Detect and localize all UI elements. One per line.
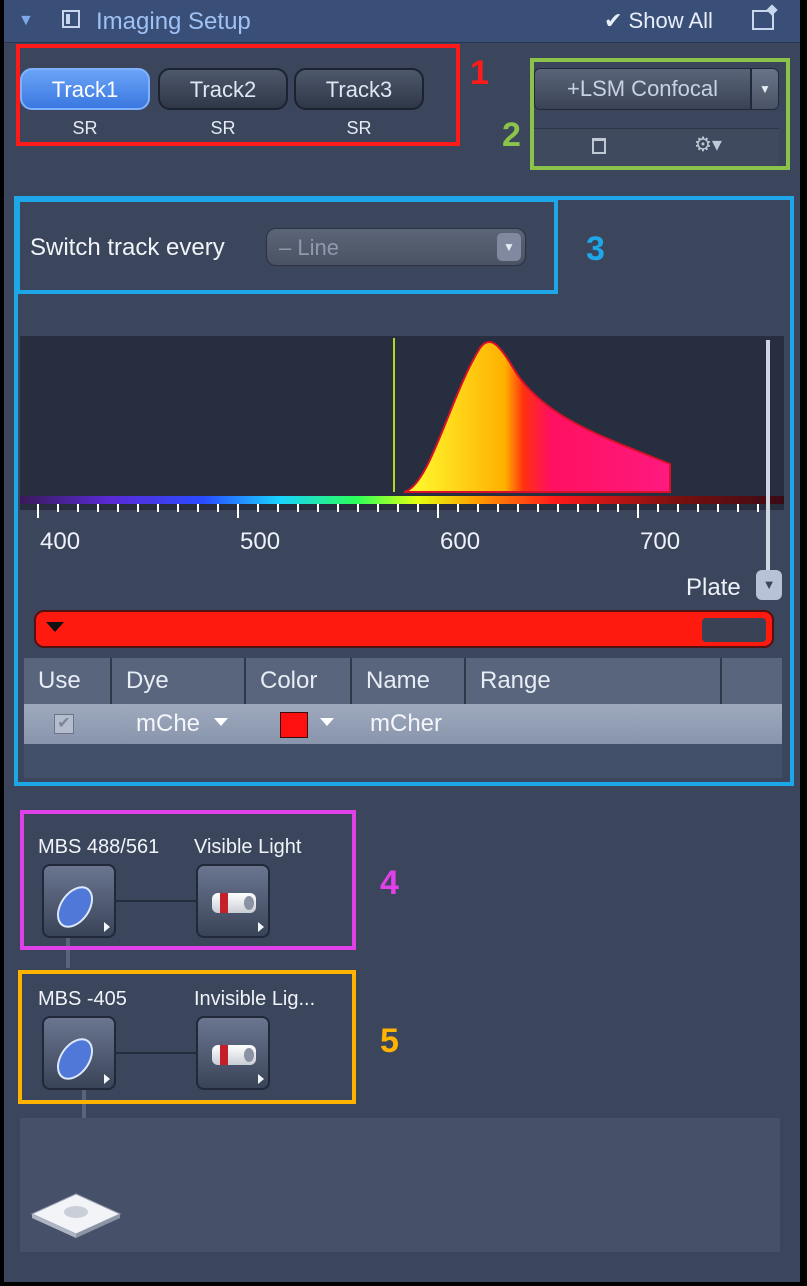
panel-icon	[62, 10, 80, 28]
annotation-number-2: 2	[502, 116, 521, 154]
annotation-number-5: 5	[380, 1022, 399, 1060]
annotation-number-1: 1	[470, 54, 489, 92]
annotation-box-5	[18, 970, 356, 1104]
annotation-box-3-inner	[16, 198, 558, 294]
sample-stage-icon	[30, 1193, 122, 1238]
collapse-arrow-icon[interactable]: ▼	[18, 12, 34, 30]
panel-title: Imaging Setup	[96, 8, 251, 35]
annotation-box-4	[20, 810, 356, 950]
popout-icon[interactable]	[752, 10, 774, 30]
annotation-number-4: 4	[380, 864, 399, 902]
panel-header: ▼ Imaging Setup ✔ Show All	[4, 0, 800, 43]
sample-area	[20, 1118, 780, 1252]
annotation-box-2	[530, 58, 790, 170]
show-all-toggle[interactable]: ✔ Show All	[604, 8, 713, 34]
annotation-box-1	[16, 44, 460, 146]
annotation-number-3: 3	[586, 230, 605, 268]
imaging-setup-panel: ▼ Imaging Setup ✔ Show All Track1 Track2…	[4, 0, 800, 1282]
